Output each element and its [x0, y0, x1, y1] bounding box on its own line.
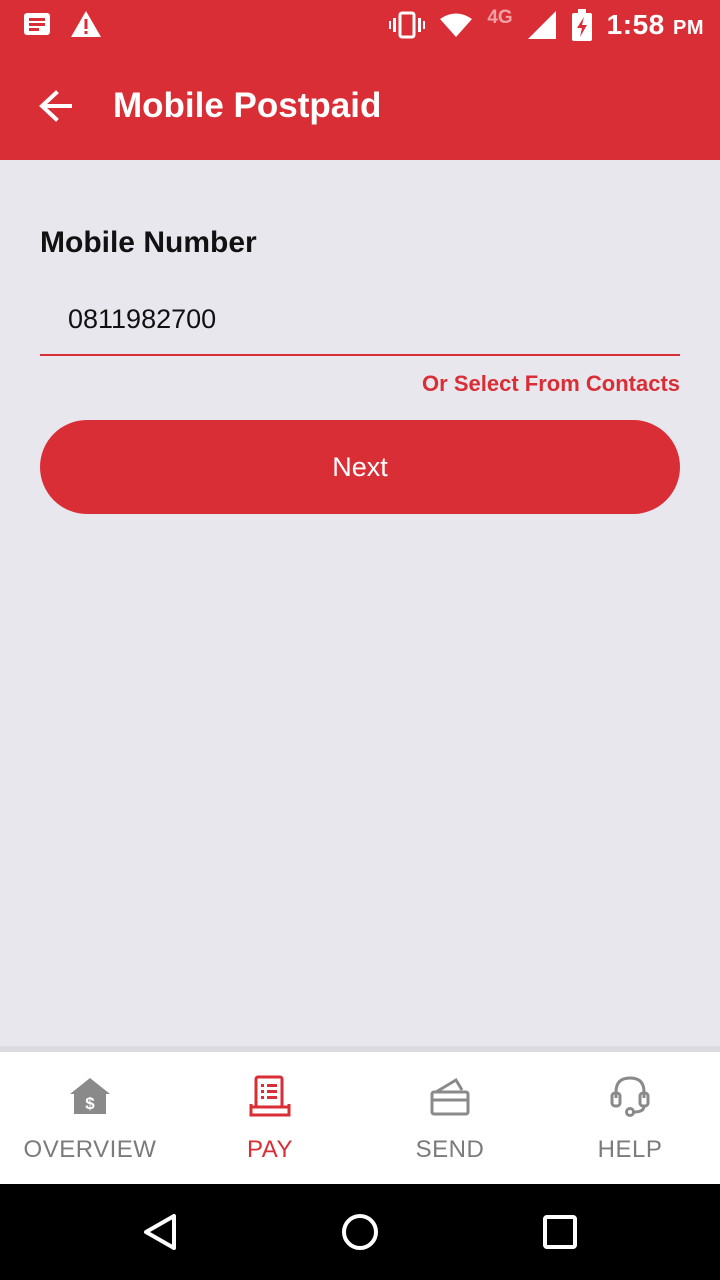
back-arrow-icon[interactable]: [36, 86, 76, 126]
house-dollar-icon: $: [70, 1078, 110, 1114]
page-title: Mobile Postpaid: [113, 86, 382, 125]
status-bar: 4G 1:58 PM: [0, 0, 720, 50]
tab-label: HELP: [597, 1136, 663, 1163]
toolbar: Mobile Postpaid: [0, 56, 720, 156]
warning-icon: [71, 11, 101, 37]
card-send-icon: [430, 1077, 470, 1116]
home-circle-icon[interactable]: [340, 1212, 380, 1252]
network-type: 4G: [487, 7, 513, 28]
svg-text:$: $: [85, 1094, 95, 1113]
headset-icon: [610, 1076, 650, 1117]
mobile-number-label: Mobile Number: [40, 226, 257, 259]
next-button[interactable]: Next: [40, 420, 680, 514]
vibrate-icon: [389, 11, 426, 39]
recents-square-icon[interactable]: [540, 1212, 580, 1252]
tab-label: PAY: [247, 1136, 293, 1163]
cell-signal-icon: [527, 11, 556, 39]
receipt-icon: [249, 1075, 291, 1117]
clock: 1:58 PM: [606, 9, 704, 40]
app-bar: 4G 1:58 PM Mobile Postpaid: [0, 0, 720, 160]
tab-overview[interactable]: $ OVERVIEW: [0, 1052, 180, 1184]
wifi-icon: [440, 13, 473, 37]
system-nav-bar: [0, 1184, 720, 1280]
battery-charging-icon: [571, 9, 592, 41]
tab-send[interactable]: SEND: [360, 1052, 540, 1184]
select-from-contacts-link[interactable]: Or Select From Contacts: [422, 371, 680, 397]
message-notification-icon: [24, 13, 50, 35]
tab-label: SEND: [415, 1136, 485, 1163]
tab-label: OVERVIEW: [23, 1136, 157, 1163]
mobile-number-input[interactable]: [40, 284, 680, 356]
bottom-nav: $ OVERVIEW PAY SEND HELP: [0, 1046, 720, 1184]
tab-pay[interactable]: PAY: [180, 1052, 360, 1184]
back-triangle-icon[interactable]: [140, 1212, 180, 1252]
tab-help[interactable]: HELP: [540, 1052, 720, 1184]
